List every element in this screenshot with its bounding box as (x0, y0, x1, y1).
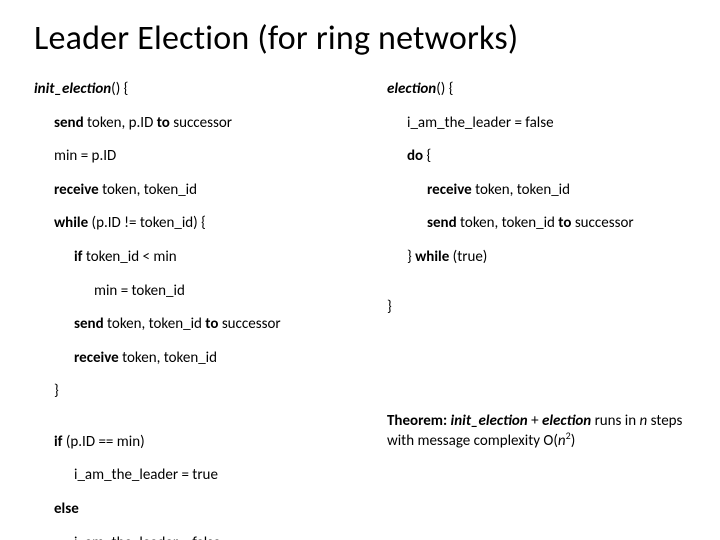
close-brace: } (387, 298, 392, 316)
kw-send: send (74, 315, 104, 333)
kw-receive: receive (427, 181, 472, 199)
theorem-text: Theorem: init_election + election runs i… (387, 412, 686, 450)
kw-receive: receive (74, 349, 119, 367)
kw-to: to (205, 315, 218, 333)
txt: token, token_id (119, 349, 217, 367)
fn-election: election (387, 80, 436, 98)
line-min-update: min = token_id (34, 283, 369, 300)
right-column: election() { i_am_the_leader = false do … (387, 81, 686, 540)
close-brace: } (34, 383, 369, 400)
txt: (p.ID != token_id) { (88, 214, 206, 232)
kw-while: while (415, 248, 449, 266)
txt: (p.ID == min) (62, 433, 144, 451)
txt: token, token_id (104, 315, 206, 333)
thm-fn1: init_election (447, 412, 528, 430)
slide-title: Leader Election (for ring networks) (34, 18, 686, 59)
kw-receive: receive (54, 181, 99, 199)
line-leader-false: i_am_the_leader = false (34, 535, 369, 540)
txt: token_id < min (82, 248, 176, 266)
content-columns: init_election() { send token, p.ID to su… (34, 81, 686, 540)
slide: Leader Election (for ring networks) init… (0, 0, 720, 540)
txt: } (407, 248, 415, 266)
fn-paren: () { (111, 80, 128, 98)
kw-while: while (54, 214, 88, 232)
fn-paren: () { (436, 80, 453, 98)
line-leader-true: i_am_the_leader = true (34, 467, 369, 484)
txt: successor (218, 315, 280, 333)
thm-fn2: election (542, 412, 591, 430)
kw-else: else (54, 500, 79, 518)
txt: runs in (591, 412, 639, 430)
txt: successor (170, 114, 232, 132)
txt: successor (571, 214, 633, 232)
line-leader-false: i_am_the_leader = false (387, 115, 686, 132)
txt: ) (571, 432, 576, 450)
kw-to: to (558, 214, 571, 232)
left-column: init_election() { send token, p.ID to su… (34, 81, 369, 540)
kw-send: send (427, 214, 457, 232)
txt: token, token_id (99, 181, 197, 199)
line-min-assign: min = p.ID (34, 148, 369, 165)
txt: token, token_id (472, 181, 570, 199)
txt: token, token_id (457, 214, 559, 232)
theorem-label: Theorem: (387, 412, 447, 430)
kw-do: do (407, 147, 423, 165)
kw-to: to (157, 114, 170, 132)
var-n: n (558, 432, 566, 450)
txt: token, p.ID (84, 114, 157, 132)
txt: { (423, 147, 431, 165)
election-code: election() { i_am_the_leader = false do … (387, 81, 686, 316)
kw-send: send (54, 114, 84, 132)
txt: + (528, 412, 542, 430)
fn-init-election: init_election (34, 80, 111, 98)
txt: (true) (449, 248, 487, 266)
init-election-code: init_election() { send token, p.ID to su… (34, 81, 369, 540)
